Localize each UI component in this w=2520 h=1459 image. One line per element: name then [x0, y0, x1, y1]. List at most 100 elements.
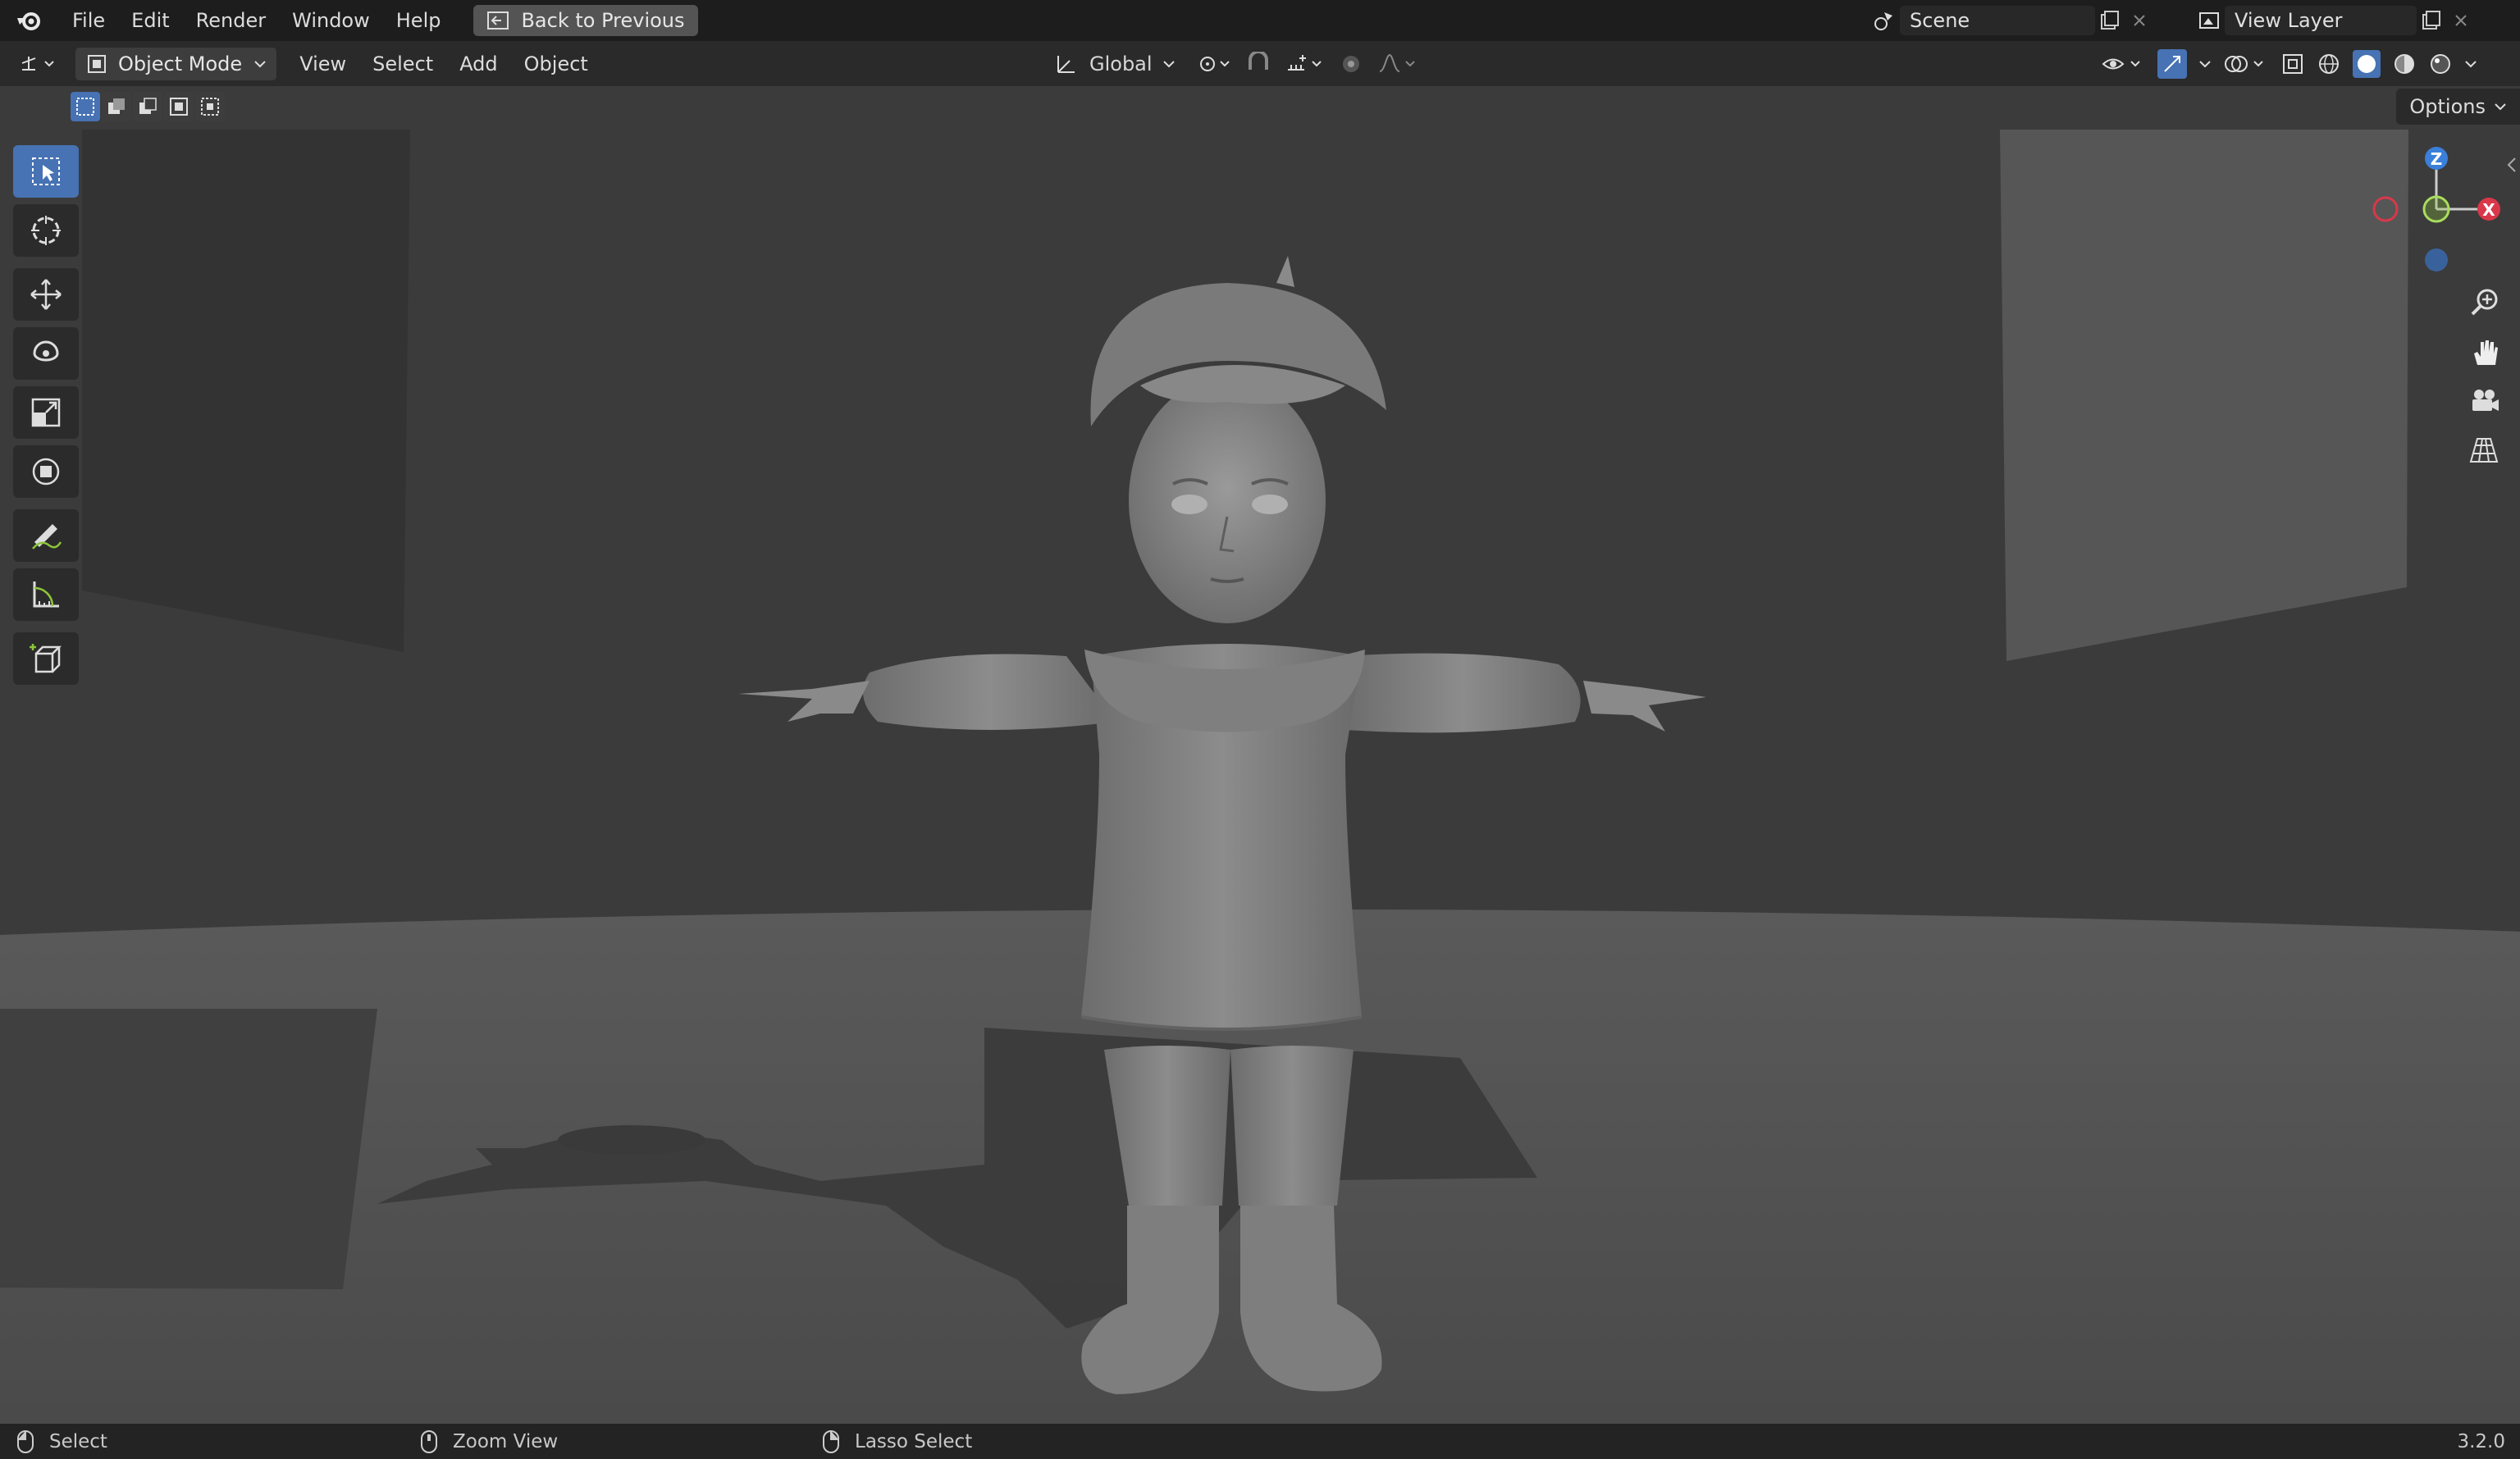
- chevron-down-icon: [1162, 61, 1175, 68]
- view-layer-selector[interactable]: View Layer: [2195, 5, 2476, 36]
- status-select-label: Select: [49, 1430, 107, 1452]
- view-layer-name-field[interactable]: View Layer: [2225, 6, 2417, 35]
- gizmo-x-label: X: [2482, 200, 2495, 220]
- object-mode-label: Object Mode: [118, 52, 243, 75]
- orientation-icon: [1057, 56, 1075, 73]
- status-lasso: Lasso Select: [822, 1429, 972, 1454]
- chevron-down-icon[interactable]: [2198, 59, 2212, 69]
- mouse-right-icon: [823, 1429, 839, 1453]
- snap-toggle-icon[interactable]: [1245, 52, 1271, 76]
- menu-file[interactable]: File: [59, 0, 118, 41]
- cursor-icon: [31, 216, 61, 245]
- status-select: Select: [16, 1429, 107, 1454]
- mouse-middle-icon: [421, 1429, 437, 1453]
- new-view-layer-icon[interactable]: [2417, 6, 2446, 35]
- gizmo-icon: [2164, 56, 2180, 72]
- options-dropdown[interactable]: Options: [2396, 89, 2520, 125]
- menu-add[interactable]: Add: [446, 52, 510, 75]
- snap-pivot-group: [1196, 48, 1418, 80]
- view-layer-name: View Layer: [2235, 9, 2343, 32]
- scene-icon: [1870, 6, 1900, 35]
- chevron-down-icon[interactable]: [2464, 59, 2477, 69]
- falloff-icon[interactable]: [1376, 52, 1418, 76]
- view-layer-icon: [2195, 6, 2225, 35]
- status-bar: Select Zoom View Lasso Select 3.2.0: [0, 1424, 2520, 1459]
- measure-tool[interactable]: [13, 568, 79, 621]
- xray-toggle-icon[interactable]: [2280, 52, 2305, 76]
- scene-name: Scene: [1910, 9, 1970, 32]
- overlays-icon[interactable]: [2223, 52, 2269, 76]
- scene-name-field[interactable]: Scene: [1900, 6, 2095, 35]
- rotate-tool[interactable]: [13, 327, 79, 380]
- camera-view-button[interactable]: [2461, 378, 2507, 424]
- menu-help[interactable]: Help: [383, 0, 454, 41]
- menu-render[interactable]: Render: [183, 0, 279, 41]
- menu-object[interactable]: Object: [511, 52, 601, 75]
- scale-tool[interactable]: [13, 386, 79, 439]
- status-zoom-label: Zoom View: [453, 1430, 559, 1452]
- 3d-viewport[interactable]: Options Z X: [0, 86, 2520, 1424]
- mouse-left-icon: [17, 1429, 34, 1453]
- zoom-view-button[interactable]: [2461, 280, 2507, 326]
- menu-select[interactable]: Select: [359, 52, 446, 75]
- visibility-eye-icon[interactable]: [2100, 52, 2146, 76]
- annotate-pencil-icon: [32, 524, 62, 549]
- gizmo-toggle-button[interactable]: [2157, 49, 2187, 79]
- back-to-previous-button[interactable]: Back to Previous: [473, 5, 698, 36]
- scene-selector[interactable]: Scene: [1870, 5, 2154, 36]
- pivot-point-icon[interactable]: [1196, 52, 1232, 76]
- transform-orientation-dropdown[interactable]: Global: [1053, 48, 1176, 80]
- rotate-icon: [33, 340, 59, 362]
- measure-ruler-icon: [33, 581, 59, 608]
- object-mode-icon: [88, 54, 106, 73]
- select-invert-icon[interactable]: [164, 92, 194, 121]
- grid-perspective-icon: [2469, 438, 2499, 463]
- tool-shelf: [13, 145, 82, 691]
- select-extend-icon[interactable]: [102, 92, 131, 121]
- transform-icon: [32, 458, 60, 486]
- select-box-tool[interactable]: [13, 145, 79, 198]
- annotate-tool[interactable]: [13, 509, 79, 562]
- navigation-gizmo[interactable]: Z X: [2362, 135, 2518, 275]
- select-subtract-icon[interactable]: [133, 92, 162, 121]
- ortho-toggle-button[interactable]: [2461, 427, 2507, 473]
- back-to-previous-label: Back to Previous: [521, 9, 685, 32]
- move-tool[interactable]: [13, 268, 79, 321]
- wireframe-shading-icon[interactable]: [2317, 52, 2341, 76]
- orientation-label: Global: [1089, 52, 1153, 75]
- gizmo-neg-z-icon[interactable]: [2425, 248, 2448, 271]
- proportional-edit-icon[interactable]: [1339, 52, 1363, 76]
- camera-icon: [2472, 390, 2499, 411]
- top-menu-bar: File Edit Render Window Help Back to Pre…: [0, 0, 2520, 41]
- viewport-header: Object Mode View Select Add Object Globa…: [0, 41, 2520, 86]
- scene-render[interactable]: [0, 86, 2520, 1424]
- gizmo-y-icon[interactable]: [2422, 195, 2450, 223]
- close-view-layer-icon[interactable]: [2446, 6, 2476, 35]
- pan-view-button[interactable]: [2461, 329, 2507, 375]
- menu-edit[interactable]: Edit: [118, 0, 182, 41]
- editor-type-icon[interactable]: [15, 49, 64, 79]
- menu-window[interactable]: Window: [279, 0, 383, 41]
- snap-target-icon[interactable]: [1285, 52, 1326, 76]
- chevron-down-icon: [254, 60, 266, 67]
- rendered-shading-icon[interactable]: [2428, 52, 2453, 76]
- gizmo-neg-x-icon[interactable]: [2372, 196, 2399, 222]
- select-intersect-icon[interactable]: [195, 92, 225, 121]
- select-box-icon: [32, 157, 60, 185]
- object-mode-dropdown[interactable]: Object Mode: [75, 47, 277, 80]
- move-icon: [30, 279, 62, 310]
- menu-view[interactable]: View: [286, 52, 359, 75]
- add-cube-tool[interactable]: [13, 632, 79, 685]
- collapse-sidebar-icon[interactable]: [2505, 155, 2518, 175]
- solid-shading-icon[interactable]: [2353, 50, 2381, 78]
- back-arrow-icon: [487, 11, 509, 30]
- cursor-tool[interactable]: [13, 204, 79, 257]
- material-preview-icon[interactable]: [2392, 52, 2417, 76]
- scale-icon: [31, 398, 61, 427]
- transform-tool[interactable]: [13, 445, 79, 498]
- new-scene-icon[interactable]: [2095, 6, 2125, 35]
- blender-logo-icon[interactable]: [15, 7, 43, 34]
- close-scene-icon[interactable]: [2125, 6, 2154, 35]
- select-new-icon[interactable]: [71, 92, 100, 121]
- selection-modes: [71, 92, 225, 121]
